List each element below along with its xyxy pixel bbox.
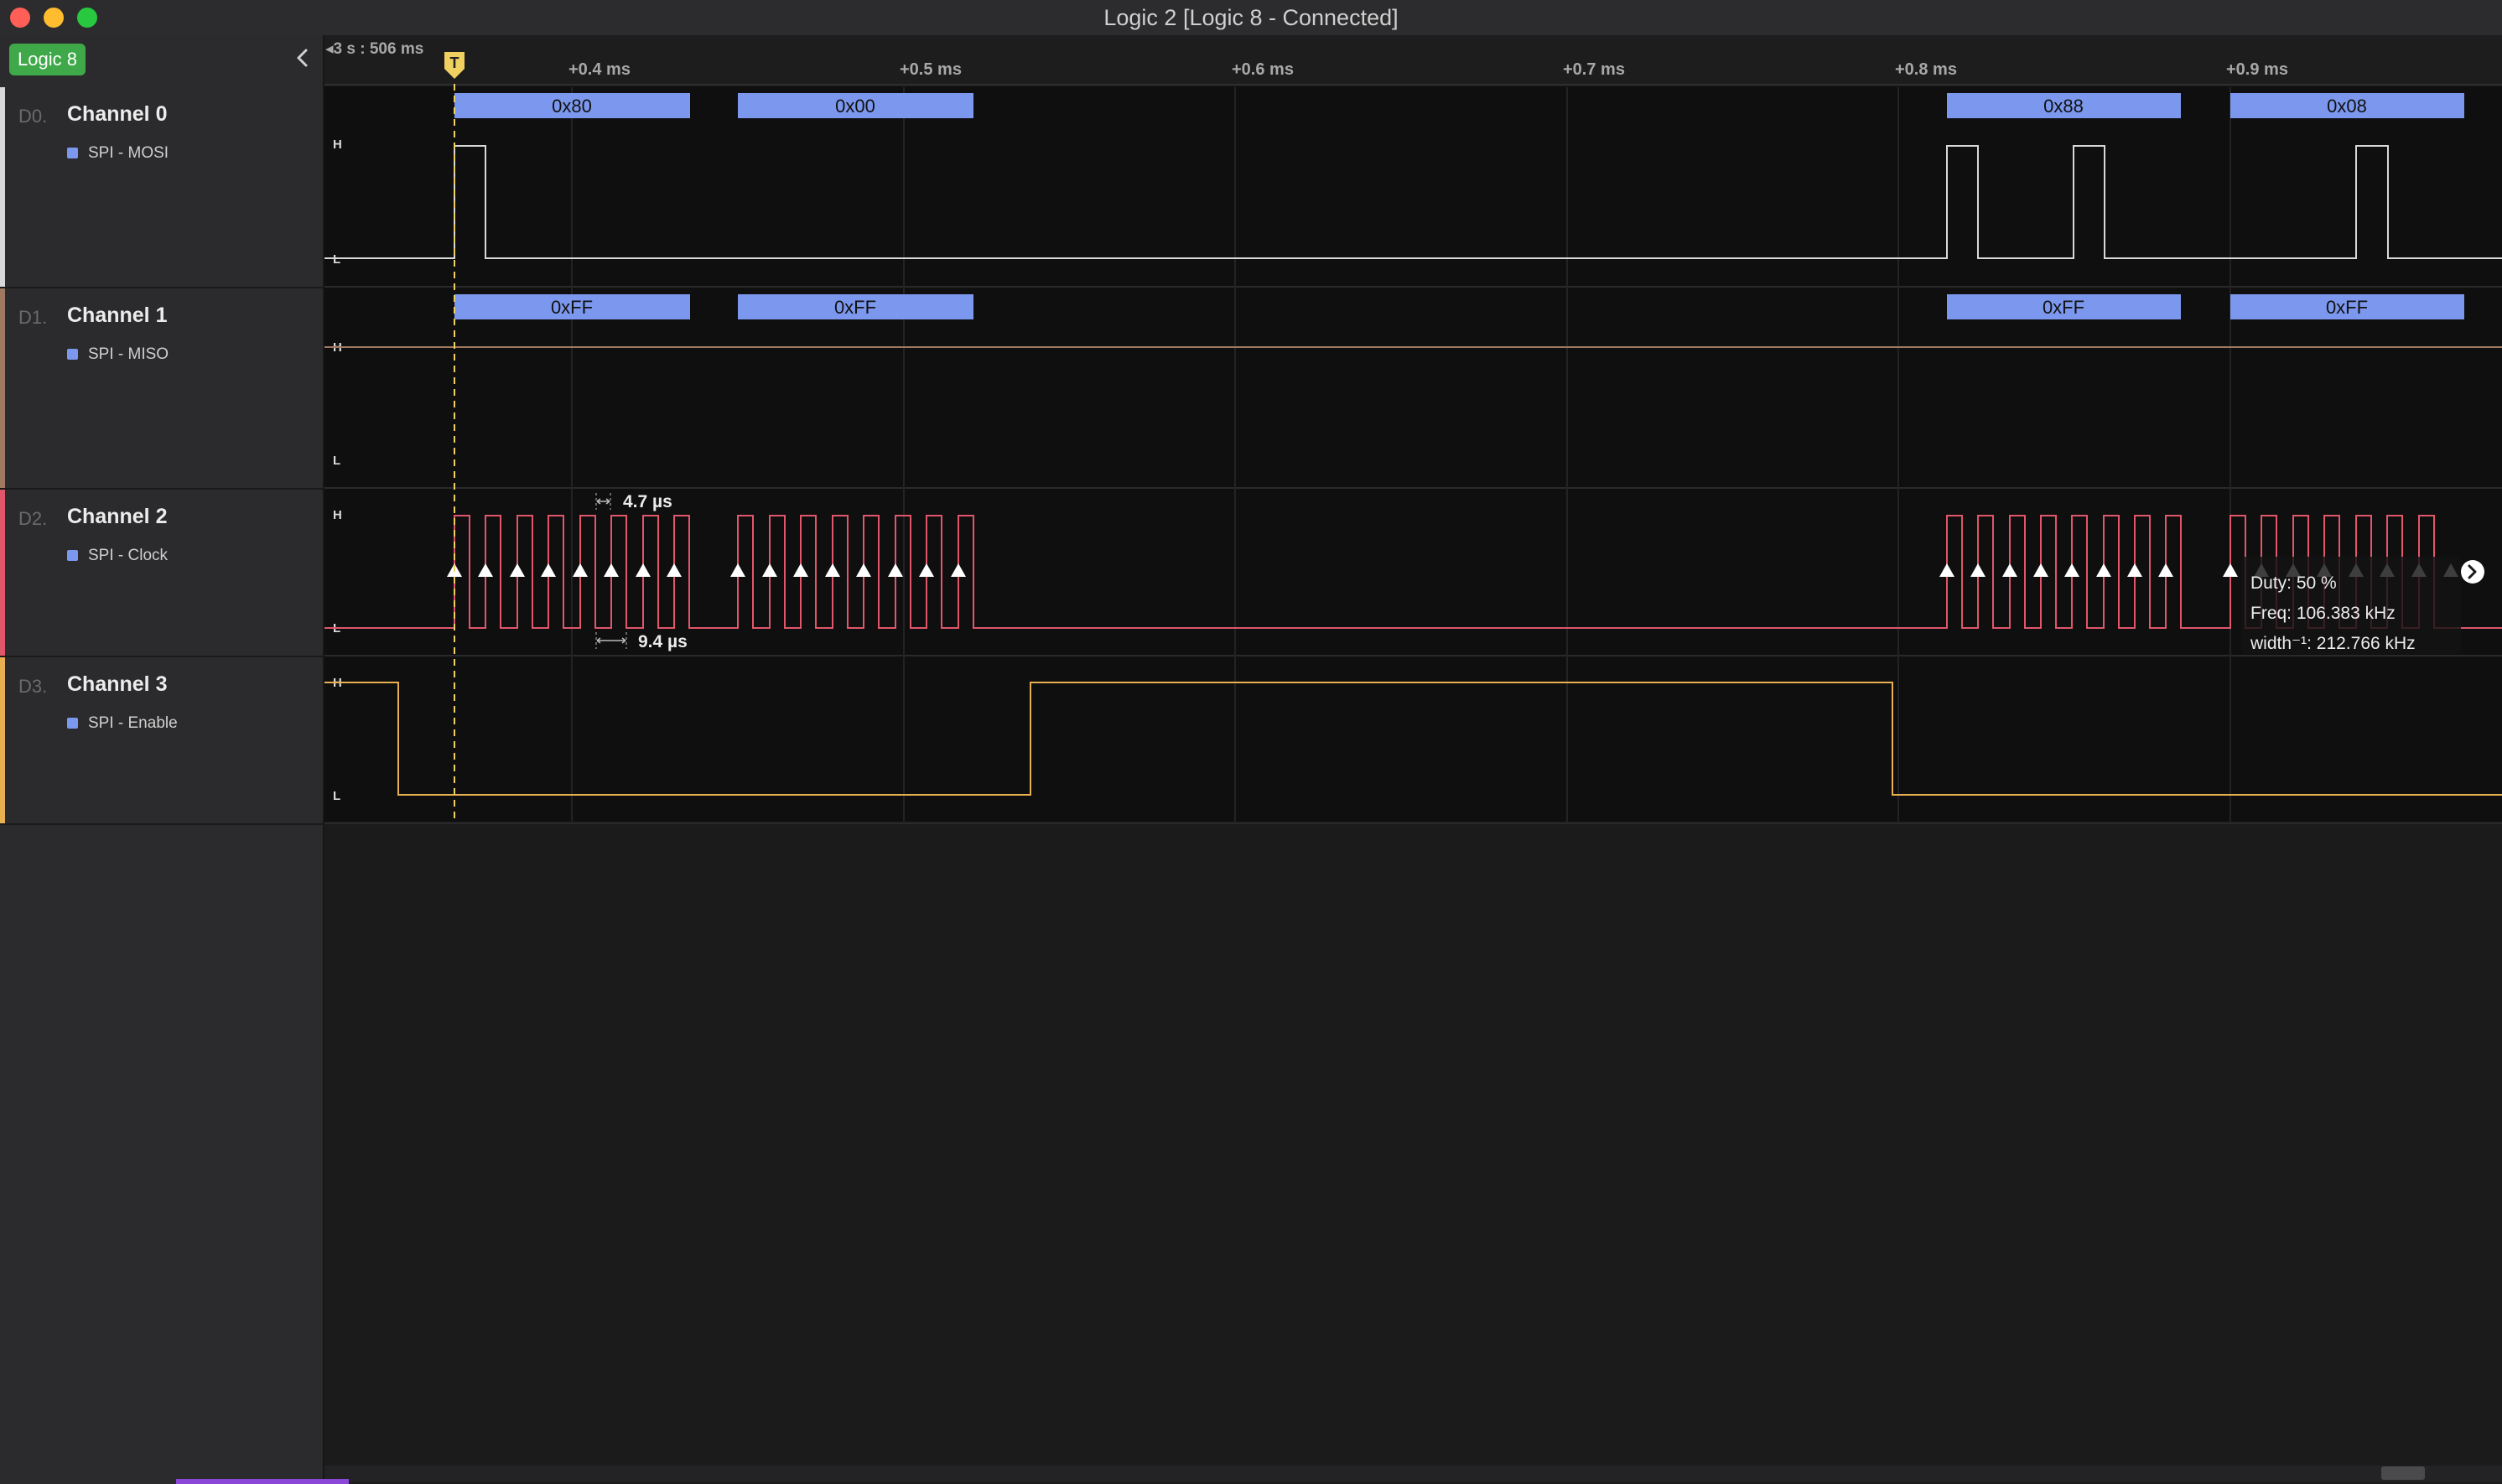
analyzer-label[interactable]: SPI - Enable	[67, 714, 178, 733]
miso-frame-value: 0xFF	[834, 297, 876, 318]
channel-row-3[interactable]: D3. Channel 3 SPI - Enable	[0, 657, 323, 825]
analyzer-name: SPI - MOSI	[88, 144, 169, 162]
device-badge[interactable]: Logic 8	[9, 44, 86, 75]
time-ruler[interactable]	[324, 35, 2502, 84]
channel-color-stripe	[0, 87, 5, 287]
time-tick-label: +0.9 ms	[2226, 60, 2288, 79]
time-tick-label: +0.7 ms	[1563, 60, 1625, 79]
mosi-frame-value: 0x00	[835, 96, 875, 117]
analyzer-color-icon	[67, 718, 78, 729]
tooltip-freq: Freq: 106.383 kHz	[2250, 604, 2396, 623]
analyzer-label[interactable]: SPI - MISO	[67, 345, 169, 364]
tooltip-duty: Duty: 50 %	[2250, 573, 2337, 593]
mosi-frame-value: 0x08	[2327, 96, 2367, 117]
bottom-accent-bar	[176, 1479, 349, 1484]
analyzer-name: SPI - Clock	[88, 547, 169, 564]
analyzer-label[interactable]: SPI - Clock	[67, 547, 168, 565]
analyzer-color-icon	[67, 148, 78, 158]
horizontal-scrollbar-thumb[interactable]	[2381, 1466, 2425, 1480]
next-edge-button[interactable]	[2461, 560, 2484, 584]
channel-sidebar: Logic 8 D0. Channel 0 SPI - MOSI D1. Cha…	[0, 35, 324, 1484]
time-tick-label: +0.5 ms	[900, 60, 962, 79]
analyzer-name: SPI - Enable	[88, 714, 178, 732]
level-high-label: H	[333, 508, 342, 522]
level-high-label: H	[333, 138, 342, 152]
miso-frame-value: 0xFF	[2326, 297, 2368, 318]
time-offset-label: ◂3 s : 506 ms	[325, 40, 423, 58]
period-value: 9.4 µs	[638, 632, 688, 651]
channel-color-stripe	[0, 657, 5, 823]
channel-name[interactable]: Channel 1	[67, 304, 167, 328]
analyzer-label[interactable]: SPI - MOSI	[67, 144, 169, 163]
analyzer-name: SPI - MISO	[88, 345, 169, 363]
channel-row-1[interactable]: D1. Channel 1 SPI - MISO	[0, 288, 323, 490]
mosi-frame-value: 0x88	[2043, 96, 2084, 117]
channel-row-2[interactable]: D2. Channel 2 SPI - Clock	[0, 490, 323, 657]
time-tick-label: +0.6 ms	[1232, 60, 1294, 79]
analyzer-color-icon	[67, 550, 78, 561]
level-low-label: L	[333, 252, 340, 267]
window-title: Logic 2 [Logic 8 - Connected]	[1103, 5, 1399, 30]
miso-frame-value: 0xFF	[551, 297, 593, 318]
channel-index: D0.	[18, 106, 48, 127]
collapse-sidebar-button[interactable]	[288, 44, 317, 72]
analyzer-color-icon	[67, 349, 78, 360]
title-bar: Logic 2 [Logic 8 - Connected]	[0, 0, 2502, 36]
channel-color-stripe	[0, 490, 5, 656]
level-low-label: L	[333, 789, 340, 803]
channel-index: D1.	[18, 307, 48, 328]
pulse-width-value: 4.7 µs	[623, 492, 672, 511]
mosi-frame-value: 0x80	[552, 96, 592, 117]
tooltip-width-inverse: width⁻¹: 212.766 kHz	[2250, 634, 2416, 653]
channel-color-stripe	[0, 288, 5, 488]
chevron-left-icon	[297, 49, 308, 67]
waveform-area[interactable]: +0.4 ms +0.5 ms +0.6 ms +0.7 ms +0.8 ms …	[324, 35, 2502, 1484]
chevron-right-icon	[2461, 560, 2484, 584]
miso-frame-value: 0xFF	[2043, 297, 2084, 318]
time-tick-label: +0.8 ms	[1895, 60, 1957, 79]
channel-index: D3.	[18, 676, 48, 697]
time-tick-label: +0.4 ms	[568, 60, 631, 79]
channel-name[interactable]: Channel 2	[67, 505, 167, 529]
trigger-label: T	[450, 54, 459, 71]
channel-row-0[interactable]: D0. Channel 0 SPI - MOSI	[0, 87, 323, 288]
channel-lanes	[324, 86, 2502, 822]
channel-name[interactable]: Channel 0	[67, 102, 167, 127]
horizontal-scrollbar[interactable]	[324, 1466, 2502, 1482]
measurement-tooltip: Duty: 50 % Freq: 106.383 kHz width⁻¹: 21…	[2241, 557, 2461, 654]
level-low-label: L	[333, 454, 340, 468]
channel-name[interactable]: Channel 3	[67, 672, 167, 697]
channel-index: D2.	[18, 508, 48, 529]
